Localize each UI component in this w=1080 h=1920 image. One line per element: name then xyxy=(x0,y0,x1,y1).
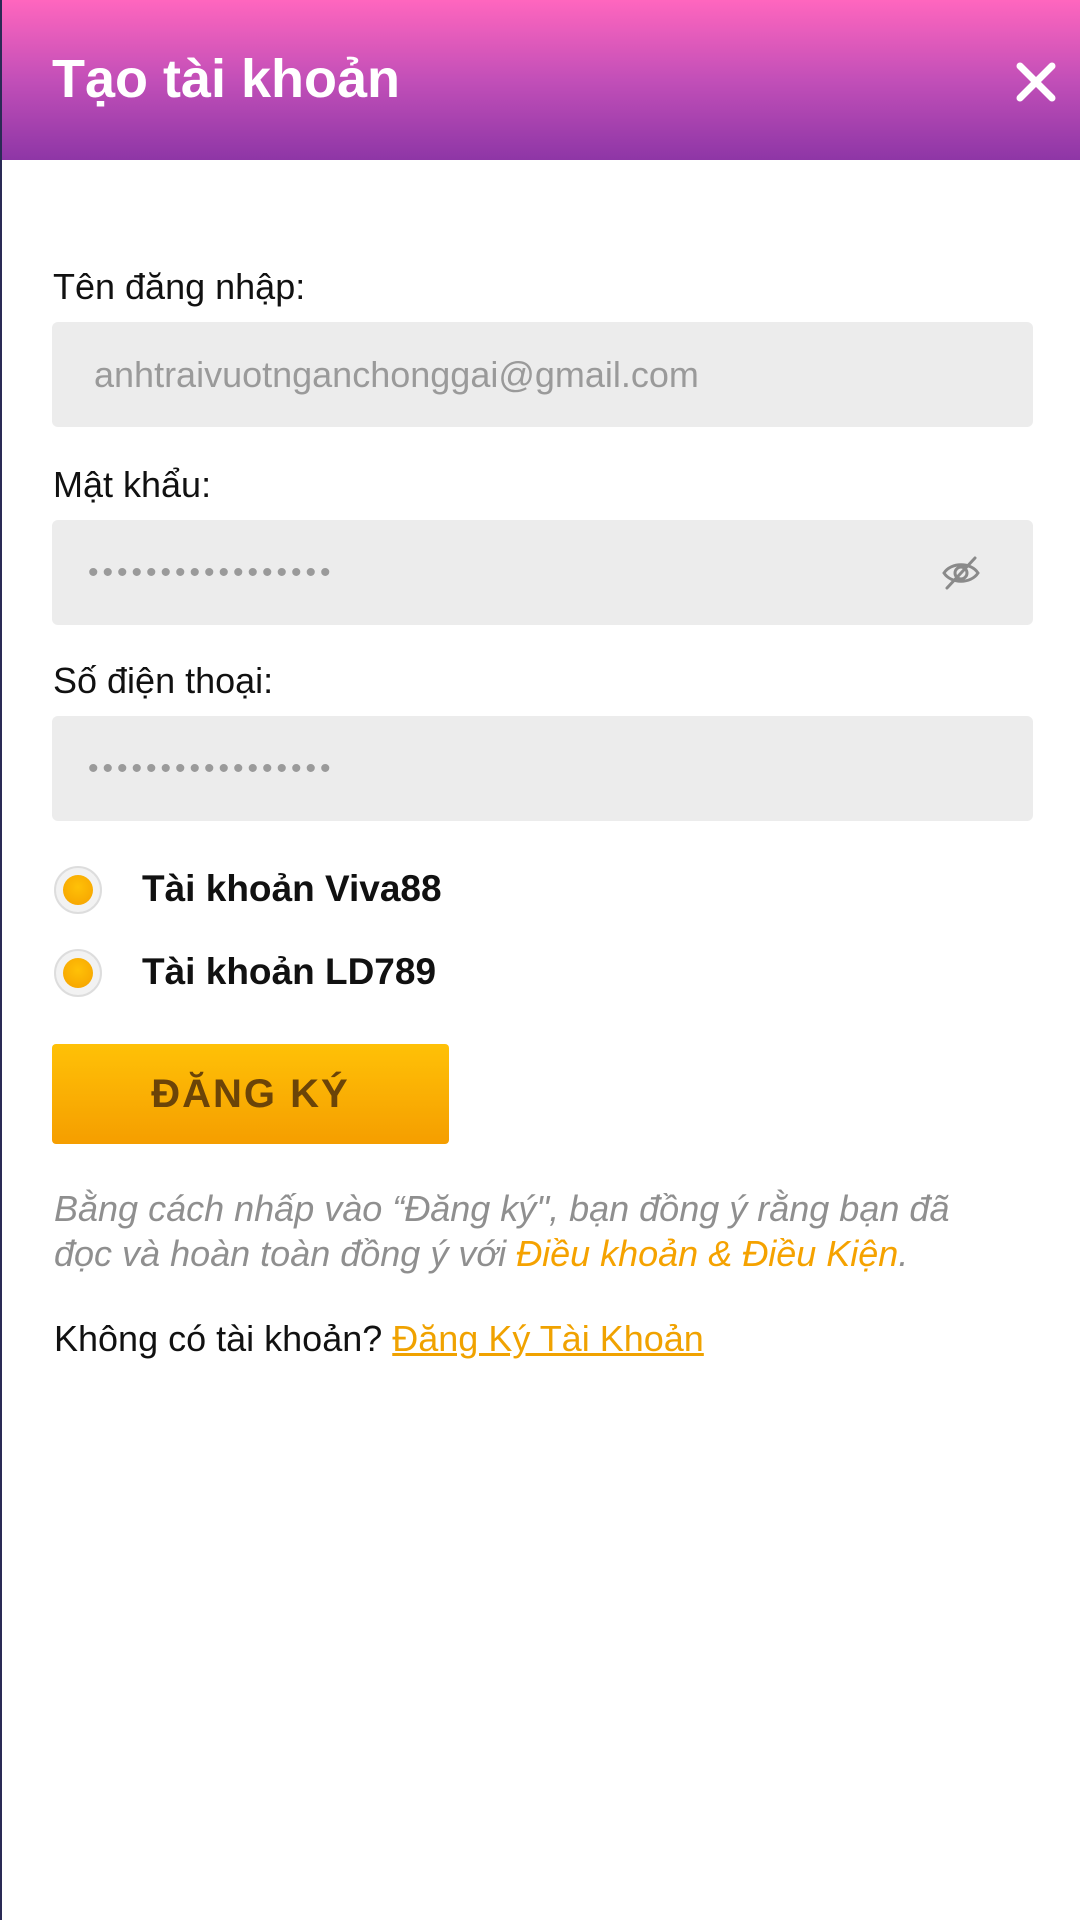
eye-slash-icon xyxy=(942,556,980,590)
phone-label: Số điện thoại: xyxy=(53,660,274,701)
register-button[interactable]: ĐĂNG KÝ xyxy=(52,1044,449,1144)
password-label: Mật khẩu: xyxy=(53,464,212,505)
page-title: Tạo tài khoản xyxy=(52,49,401,109)
password-field-box xyxy=(52,520,1033,625)
close-button[interactable] xyxy=(1006,52,1066,112)
account-option-viva88[interactable]: Tài khoản Viva88 xyxy=(52,864,652,920)
terms-suffix: . xyxy=(898,1233,909,1274)
phone-input[interactable] xyxy=(88,716,908,821)
radio-button[interactable] xyxy=(54,866,102,914)
terms-link[interactable]: Điều khoản & Điều Kiện xyxy=(516,1233,898,1274)
no-account-prompt: Không có tài khoản? xyxy=(54,1318,393,1359)
no-account-row: Không có tài khoản? Đăng Ký Tài Khoản xyxy=(54,1318,704,1360)
radio-button[interactable] xyxy=(54,949,102,997)
radio-dot xyxy=(63,958,93,988)
username-label: Tên đăng nhập: xyxy=(53,266,306,307)
password-input[interactable] xyxy=(88,520,908,625)
account-option-ld789[interactable]: Tài khoản LD789 xyxy=(52,947,652,1003)
username-field-box xyxy=(52,322,1033,427)
password-visibility-toggle[interactable] xyxy=(941,554,981,592)
phone-field-box xyxy=(52,716,1033,821)
register-screen: Tạo tài khoản Tên đăng nhập: Mật khẩu: S… xyxy=(0,0,1080,1920)
register-account-link[interactable]: Đăng Ký Tài Khoản xyxy=(392,1318,704,1359)
account-option-label: Tài khoản LD789 xyxy=(142,951,437,992)
radio-dot xyxy=(63,875,93,905)
username-input[interactable] xyxy=(94,322,914,427)
account-option-label: Tài khoản Viva88 xyxy=(142,868,442,909)
close-icon xyxy=(1016,62,1056,102)
header-bar: Tạo tài khoản xyxy=(2,0,1080,160)
terms-notice: Bằng cách nhấp vào “Đăng ký", bạn đồng ý… xyxy=(54,1186,1014,1276)
